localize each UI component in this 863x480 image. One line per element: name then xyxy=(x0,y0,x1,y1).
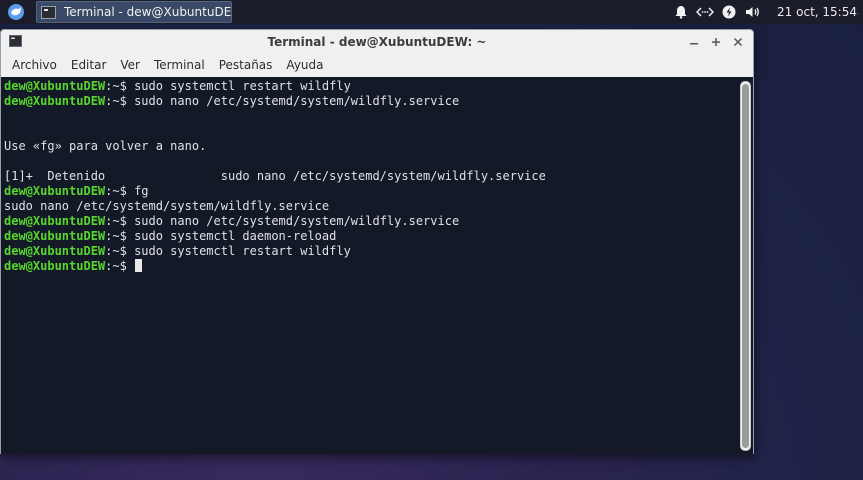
whisker-menu-icon[interactable] xyxy=(5,1,27,23)
text-cursor xyxy=(135,259,143,272)
taskbar-button-terminal[interactable]: Terminal - dew@XubuntuDE... xyxy=(36,1,232,23)
menu-terminal[interactable]: Terminal xyxy=(147,54,212,77)
prompt-suffix: :~$ xyxy=(105,94,135,108)
volume-icon[interactable] xyxy=(741,0,765,24)
terminal-line: sudo nano /etc/systemd/system/wildfly.se… xyxy=(4,199,753,214)
command-text: fg xyxy=(134,184,149,198)
close-button[interactable] xyxy=(729,33,747,51)
terminal-line: dew@XubuntuDEW:~$ sudo nano /etc/systemd… xyxy=(4,214,753,229)
prompt-user: dew@XubuntuDEW xyxy=(4,214,106,228)
prompt-user: dew@XubuntuDEW xyxy=(4,94,106,108)
terminal-window: Terminal - dew@XubuntuDEW: ~ Archivo Edi… xyxy=(0,29,754,454)
window-title: Terminal - dew@XubuntuDEW: ~ xyxy=(267,35,487,49)
terminal-line: dew@XubuntuDEW:~$ fg xyxy=(4,184,753,199)
output-text: sudo nano /etc/systemd/system/wildfly.se… xyxy=(4,199,330,213)
command-text: sudo nano /etc/systemd/system/wildfly.se… xyxy=(134,214,460,228)
command-text: sudo nano /etc/systemd/system/wildfly.se… xyxy=(134,94,460,108)
scrollbar-thumb[interactable] xyxy=(742,84,749,448)
system-tray: 21 oct, 15:54 xyxy=(669,0,863,24)
terminal-line: [1]+ Detenido sudo nano /etc/systemd/sys… xyxy=(4,169,753,184)
taskbar-button-label: Terminal - dew@XubuntuDE... xyxy=(64,5,232,19)
menu-pestanas[interactable]: Pestañas xyxy=(212,54,280,77)
scrollbar[interactable] xyxy=(740,81,751,451)
output-text: [1]+ Detenido sudo nano /etc/systemd/sys… xyxy=(4,169,546,183)
window-titlebar[interactable]: Terminal - dew@XubuntuDEW: ~ xyxy=(1,30,753,54)
terminal-line: dew@XubuntuDEW:~$ sudo systemctl daemon-… xyxy=(4,229,753,244)
terminal-line: dew@XubuntuDEW:~$ sudo systemctl restart… xyxy=(4,79,753,94)
clock[interactable]: 21 oct, 15:54 xyxy=(777,5,857,19)
prompt-user: dew@XubuntuDEW xyxy=(4,184,106,198)
maximize-button[interactable] xyxy=(707,33,725,51)
prompt-user: dew@XubuntuDEW xyxy=(4,244,106,258)
prompt-suffix: :~$ xyxy=(105,229,135,243)
menu-ayuda[interactable]: Ayuda xyxy=(279,54,330,77)
terminal-line: dew@XubuntuDEW:~$ sudo nano /etc/systemd… xyxy=(4,94,753,109)
prompt-suffix: :~$ xyxy=(105,184,135,198)
menu-archivo[interactable]: Archivo xyxy=(5,54,64,77)
network-icon[interactable] xyxy=(693,0,717,24)
output-text: Use «fg» para volver a nano. xyxy=(4,139,207,153)
power-icon[interactable] xyxy=(717,0,741,24)
window-menu-icon[interactable] xyxy=(9,35,22,50)
terminal-line: dew@XubuntuDEW:~$ xyxy=(4,259,753,274)
minimize-button[interactable] xyxy=(685,33,703,51)
window-controls xyxy=(685,30,747,54)
top-panel: Terminal - dew@XubuntuDE... 21 oct, 15:5… xyxy=(0,0,863,24)
prompt-suffix: :~$ xyxy=(105,244,135,258)
prompt-user: dew@XubuntuDEW xyxy=(4,79,106,93)
terminal-icon xyxy=(41,5,56,19)
prompt-suffix: :~$ xyxy=(105,79,135,93)
terminal-output[interactable]: dew@XubuntuDEW:~$ sudo systemctl restart… xyxy=(1,77,753,454)
menu-ver[interactable]: Ver xyxy=(113,54,147,77)
terminal-line: Use «fg» para volver a nano. xyxy=(4,139,753,154)
notification-bell-icon[interactable] xyxy=(669,0,693,24)
command-text: sudo systemctl daemon-reload xyxy=(134,229,337,243)
command-text: sudo systemctl restart wildfly xyxy=(134,79,351,93)
prompt-user: dew@XubuntuDEW xyxy=(4,229,106,243)
terminal-line: dew@XubuntuDEW:~$ sudo systemctl restart… xyxy=(4,244,753,259)
prompt-user: dew@XubuntuDEW xyxy=(4,259,106,273)
prompt-suffix: :~$ xyxy=(105,214,135,228)
menu-bar: Archivo Editar Ver Terminal Pestañas Ayu… xyxy=(1,54,753,77)
prompt-suffix: :~$ xyxy=(105,259,135,273)
menu-editar[interactable]: Editar xyxy=(64,54,114,77)
command-text: sudo systemctl restart wildfly xyxy=(134,244,351,258)
